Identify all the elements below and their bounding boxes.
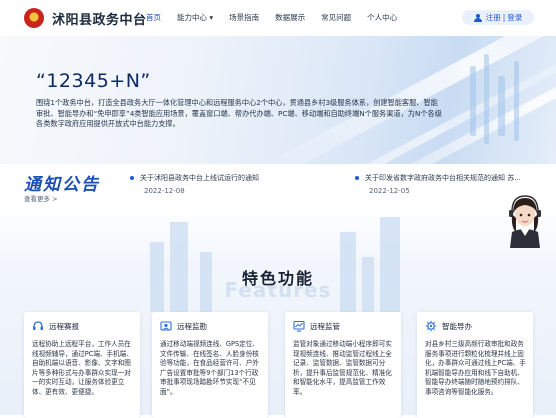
feature-card-smart-guide[interactable]: 智能导办 对县乡村三级高频行政审批和政务服务事项进行颗粒化梳理并线上固化，办事群…: [417, 312, 533, 418]
card-description: 远程协助上远程平台，工作人员在线视频辅导，通过PC端、手机端、自助机端以语音、影…: [32, 340, 133, 396]
bullet-dot-icon: [130, 176, 134, 180]
hero-description: 围绕1个政务中台，打造全县政务大厅一体化管理中心和远程服务中心2个中心，贯通县乡…: [36, 98, 442, 128]
notice-item-date: 2022-12-08: [144, 187, 185, 195]
notice-item-date: 2022-12-05: [369, 187, 410, 195]
auth-box: 注册 | 登录: [462, 10, 534, 25]
login-link[interactable]: 登录: [507, 12, 522, 23]
assistant-avatar-icon[interactable]: [500, 188, 550, 248]
nav-item-faq[interactable]: 常见问题: [321, 12, 351, 23]
card-description: 对县乡村三级高频行政审批和政务服务事项进行颗粒化梳理并线上固化，办事群众可通过线…: [425, 340, 526, 396]
auth-separator: |: [502, 13, 506, 22]
hero-heading: “12345+N”: [36, 70, 151, 92]
register-link[interactable]: 注册: [486, 12, 501, 23]
monitor-chart-icon: [293, 320, 305, 332]
card-header: 远程赛报: [32, 320, 79, 332]
card-title: 远程监勘: [177, 321, 207, 331]
card-title: 智能导办: [442, 321, 472, 331]
hero-deco-bar: [498, 76, 505, 136]
nav-item-data-display[interactable]: 数据展示: [275, 12, 305, 23]
card-title: 远程监管: [310, 321, 340, 331]
video-call-icon: [160, 321, 172, 331]
notice-item-text[interactable]: 关于印发省数字政府政务中台相关规范的通知 苏...: [365, 174, 521, 182]
feature-card-remote-supervision[interactable]: 远程监管 监管对象通过移动端小程序即可实现视频连线、推动监管过程线上全记录、监管…: [285, 312, 401, 418]
nav-item-capability-center[interactable]: 能力中心 ▾: [177, 12, 213, 23]
top-header: 沭阳县政务中台 首页 能力中心 ▾ 场景指南 数据展示 常见问题 个人中心 注册…: [0, 0, 556, 36]
hero-deco-bar: [470, 66, 476, 136]
nav-item-scene-guide[interactable]: 场景指南: [229, 12, 259, 23]
card-header: 智能导办: [425, 320, 472, 332]
notice-item[interactable]: 关于沭阳县政务中台上线试运行的通知: [130, 173, 259, 183]
site-title[interactable]: 沭阳县政务中台: [52, 9, 147, 28]
hero-deco-bar: [484, 54, 489, 144]
notice-title: 通知公告: [24, 175, 100, 195]
user-icon: [473, 13, 482, 22]
hero-banner: “12345+N” 围绕1个政务中台，打造全县政务大厅一体化管理中心和远程服务中…: [0, 36, 556, 164]
feature-card-remote-survey[interactable]: 远程监勘 通过移动端视频连线、GPS定位、文件传输、在线签名、人脸身份核验等功能…: [152, 312, 268, 418]
card-description: 监管对象通过移动端小程序即可实现视频连线、推动监管过程线上全记录、监管数据、监管…: [293, 340, 392, 396]
feature-card-remote-help[interactable]: 远程赛报 远程协助上远程平台，工作人员在线视频辅导，通过PC端、手机端、自助机端…: [24, 312, 140, 418]
gear-icon: [425, 320, 437, 332]
bullet-dot-icon: [355, 176, 359, 180]
notice-item-text[interactable]: 关于沭阳县政务中台上线试运行的通知: [140, 174, 259, 182]
nav-item-personal-center[interactable]: 个人中心: [367, 12, 397, 23]
card-header: 远程监勘: [160, 320, 207, 332]
card-description: 通过移动端视频连线、GPS定位、文件传输、在线签名、人脸身份核验等功能，在食品经…: [160, 340, 259, 396]
notice-section: 通知公告 查看更多 > 关于沭阳县政务中台上线试运行的通知 2022-12-08…: [0, 164, 556, 203]
card-header: 远程监管: [293, 320, 340, 332]
card-title: 远程赛报: [49, 321, 79, 331]
hero-deco-bar: [514, 61, 519, 141]
main-nav: 首页 能力中心 ▾ 场景指南 数据展示 常见问题 个人中心: [146, 12, 413, 23]
features-title: 特色功能: [241, 269, 314, 288]
headset-icon: [33, 321, 43, 330]
site-logo-icon[interactable]: [24, 8, 44, 28]
nav-item-home[interactable]: 首页: [146, 12, 161, 23]
notice-item[interactable]: 关于印发省数字政府政务中台相关规范的通知 苏...: [355, 173, 521, 183]
